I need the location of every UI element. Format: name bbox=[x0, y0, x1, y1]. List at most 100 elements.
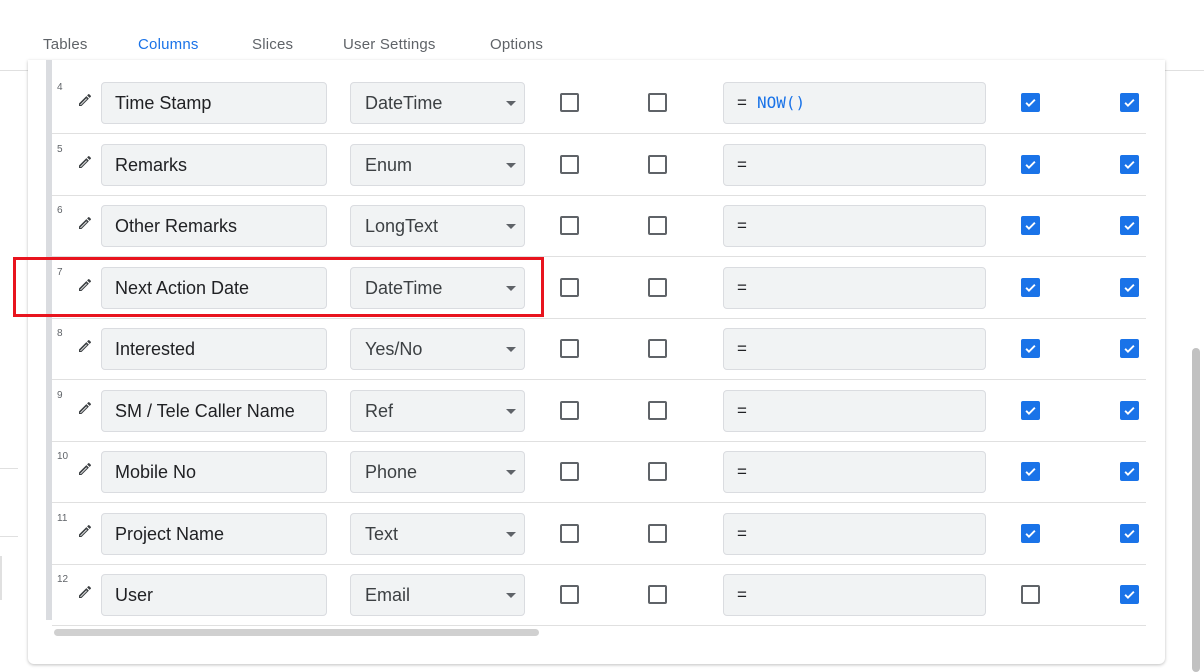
column-flag-checkbox[interactable] bbox=[1120, 523, 1139, 543]
column-flag-checkbox[interactable] bbox=[648, 339, 667, 358]
column-flag-checkbox[interactable] bbox=[1120, 462, 1139, 481]
column-type-select[interactable]: DateTime bbox=[350, 82, 525, 124]
column-flag-checkbox[interactable] bbox=[1120, 154, 1139, 174]
column-type-select[interactable]: LongText bbox=[350, 205, 525, 247]
column-flag-checkbox[interactable] bbox=[1021, 585, 1040, 604]
column-flag-checkbox[interactable] bbox=[560, 462, 579, 481]
tab-options[interactable]: Options bbox=[490, 36, 543, 53]
column-flag-checkbox[interactable] bbox=[1021, 400, 1040, 420]
caret-down-icon bbox=[506, 470, 516, 475]
column-flag-checkbox[interactable] bbox=[1021, 216, 1040, 235]
column-flag-checkbox[interactable] bbox=[1120, 93, 1139, 112]
pencil-icon[interactable] bbox=[77, 154, 93, 170]
formula-expression: NOW() bbox=[756, 93, 806, 112]
column-type-value: DateTime bbox=[365, 277, 443, 298]
column-name-input[interactable]: User bbox=[101, 574, 327, 616]
column-flag-checkbox[interactable] bbox=[648, 216, 667, 235]
check-icon bbox=[1025, 283, 1036, 292]
column-name-input[interactable]: SM / Tele Caller Name bbox=[101, 389, 327, 432]
column-flag-checkbox[interactable] bbox=[648, 277, 667, 297]
column-flag-checkbox[interactable] bbox=[560, 523, 579, 543]
app-formula-input[interactable]: = bbox=[723, 205, 986, 247]
pencil-icon[interactable] bbox=[77, 400, 93, 416]
app-formula-input[interactable]: = bbox=[723, 328, 986, 370]
column-flag-checkbox[interactable] bbox=[1021, 523, 1040, 543]
pencil-icon[interactable] bbox=[77, 92, 93, 108]
column-name-input[interactable]: Next Action Date bbox=[101, 266, 327, 309]
column-flag-checkbox[interactable] bbox=[560, 154, 579, 174]
column-name-input[interactable]: Remarks bbox=[101, 143, 327, 186]
row-number: 9 bbox=[57, 389, 63, 401]
app-page: Tables Columns Slices User Settings Opti… bbox=[0, 0, 1204, 672]
caret-down-icon bbox=[506, 531, 516, 537]
tab-slices[interactable]: Slices bbox=[252, 36, 293, 53]
column-flag-checkbox[interactable] bbox=[648, 154, 667, 174]
column-flag-checkbox[interactable] bbox=[648, 400, 667, 420]
column-flag-checkbox[interactable] bbox=[1120, 216, 1139, 235]
pencil-icon[interactable] bbox=[77, 584, 93, 600]
column-flag-checkbox[interactable] bbox=[1021, 277, 1040, 297]
caret-down-icon bbox=[506, 224, 516, 229]
column-flag-checkbox[interactable] bbox=[560, 339, 579, 358]
column-flag-checkbox[interactable] bbox=[560, 277, 579, 297]
column-flag-checkbox[interactable] bbox=[648, 523, 667, 543]
app-formula-input[interactable]: = bbox=[723, 574, 986, 616]
pencil-icon[interactable] bbox=[77, 523, 93, 539]
column-flag-checkbox[interactable] bbox=[1021, 462, 1040, 481]
column-type-select[interactable]: Phone bbox=[350, 451, 525, 493]
column-name-input[interactable]: Other Remarks bbox=[101, 205, 327, 247]
column-row: 11 Project Name Text = bbox=[52, 503, 1146, 565]
pencil-icon[interactable] bbox=[77, 277, 93, 293]
column-flag-checkbox[interactable] bbox=[560, 93, 579, 112]
column-type-value: LongText bbox=[365, 216, 439, 236]
column-type-select[interactable]: DateTime bbox=[350, 266, 525, 309]
app-formula-input[interactable]: = bbox=[723, 451, 986, 493]
row-number: 12 bbox=[57, 574, 69, 585]
app-formula-input[interactable]: = bbox=[723, 266, 986, 309]
column-name-input[interactable]: Time Stamp bbox=[101, 82, 327, 124]
column-flag-checkbox[interactable] bbox=[648, 93, 667, 112]
column-flag-checkbox[interactable] bbox=[1120, 585, 1139, 604]
app-formula-input[interactable]: = bbox=[723, 512, 986, 555]
vertical-scrollbar[interactable] bbox=[1192, 348, 1200, 672]
column-type-select[interactable]: Text bbox=[350, 512, 525, 555]
column-flag-checkbox[interactable] bbox=[1021, 339, 1040, 358]
column-type-value: Email bbox=[365, 585, 411, 605]
column-flag-checkbox[interactable] bbox=[1021, 93, 1040, 112]
column-flag-checkbox[interactable] bbox=[1120, 277, 1139, 297]
horizontal-scrollbar[interactable] bbox=[54, 629, 539, 636]
tab-user-settings[interactable]: User Settings bbox=[343, 36, 436, 53]
caret-down-icon bbox=[506, 593, 516, 598]
column-flag-checkbox[interactable] bbox=[1120, 339, 1139, 358]
pencil-icon[interactable] bbox=[77, 215, 93, 231]
column-flag-checkbox[interactable] bbox=[648, 585, 667, 604]
check-icon bbox=[1124, 529, 1135, 538]
column-row: 9 SM / Tele Caller Name Ref = bbox=[52, 380, 1146, 442]
column-type-value: Ref bbox=[365, 400, 394, 421]
check-icon bbox=[1025, 529, 1036, 538]
app-formula-input[interactable]: = bbox=[723, 143, 986, 186]
tab-columns[interactable]: Columns bbox=[138, 36, 199, 53]
column-flag-checkbox[interactable] bbox=[648, 462, 667, 481]
row-number: 5 bbox=[57, 143, 63, 155]
column-flag-checkbox[interactable] bbox=[1120, 400, 1139, 420]
app-formula-input[interactable]: = bbox=[723, 389, 986, 432]
app-formula-input[interactable]: = NOW() bbox=[723, 82, 986, 124]
column-type-select[interactable]: Email bbox=[350, 574, 525, 616]
tab-tables[interactable]: Tables bbox=[43, 36, 88, 53]
column-flag-checkbox[interactable] bbox=[560, 400, 579, 420]
column-name-input[interactable]: Project Name bbox=[101, 512, 327, 555]
check-icon bbox=[1025, 99, 1036, 107]
pencil-icon[interactable] bbox=[77, 338, 93, 354]
column-flag-checkbox[interactable] bbox=[1021, 154, 1040, 174]
pencil-icon[interactable] bbox=[77, 461, 93, 477]
column-type-select[interactable]: Enum bbox=[350, 143, 525, 186]
column-type-select[interactable]: Yes/No bbox=[350, 328, 525, 370]
column-flag-checkbox[interactable] bbox=[560, 216, 579, 235]
column-type-select[interactable]: Ref bbox=[350, 389, 525, 432]
column-name-input[interactable]: Mobile No bbox=[101, 451, 327, 493]
column-name-input[interactable]: Interested bbox=[101, 328, 327, 370]
column-flag-checkbox[interactable] bbox=[560, 585, 579, 604]
left-panel-edge bbox=[0, 556, 2, 600]
caret-down-icon bbox=[506, 101, 516, 106]
